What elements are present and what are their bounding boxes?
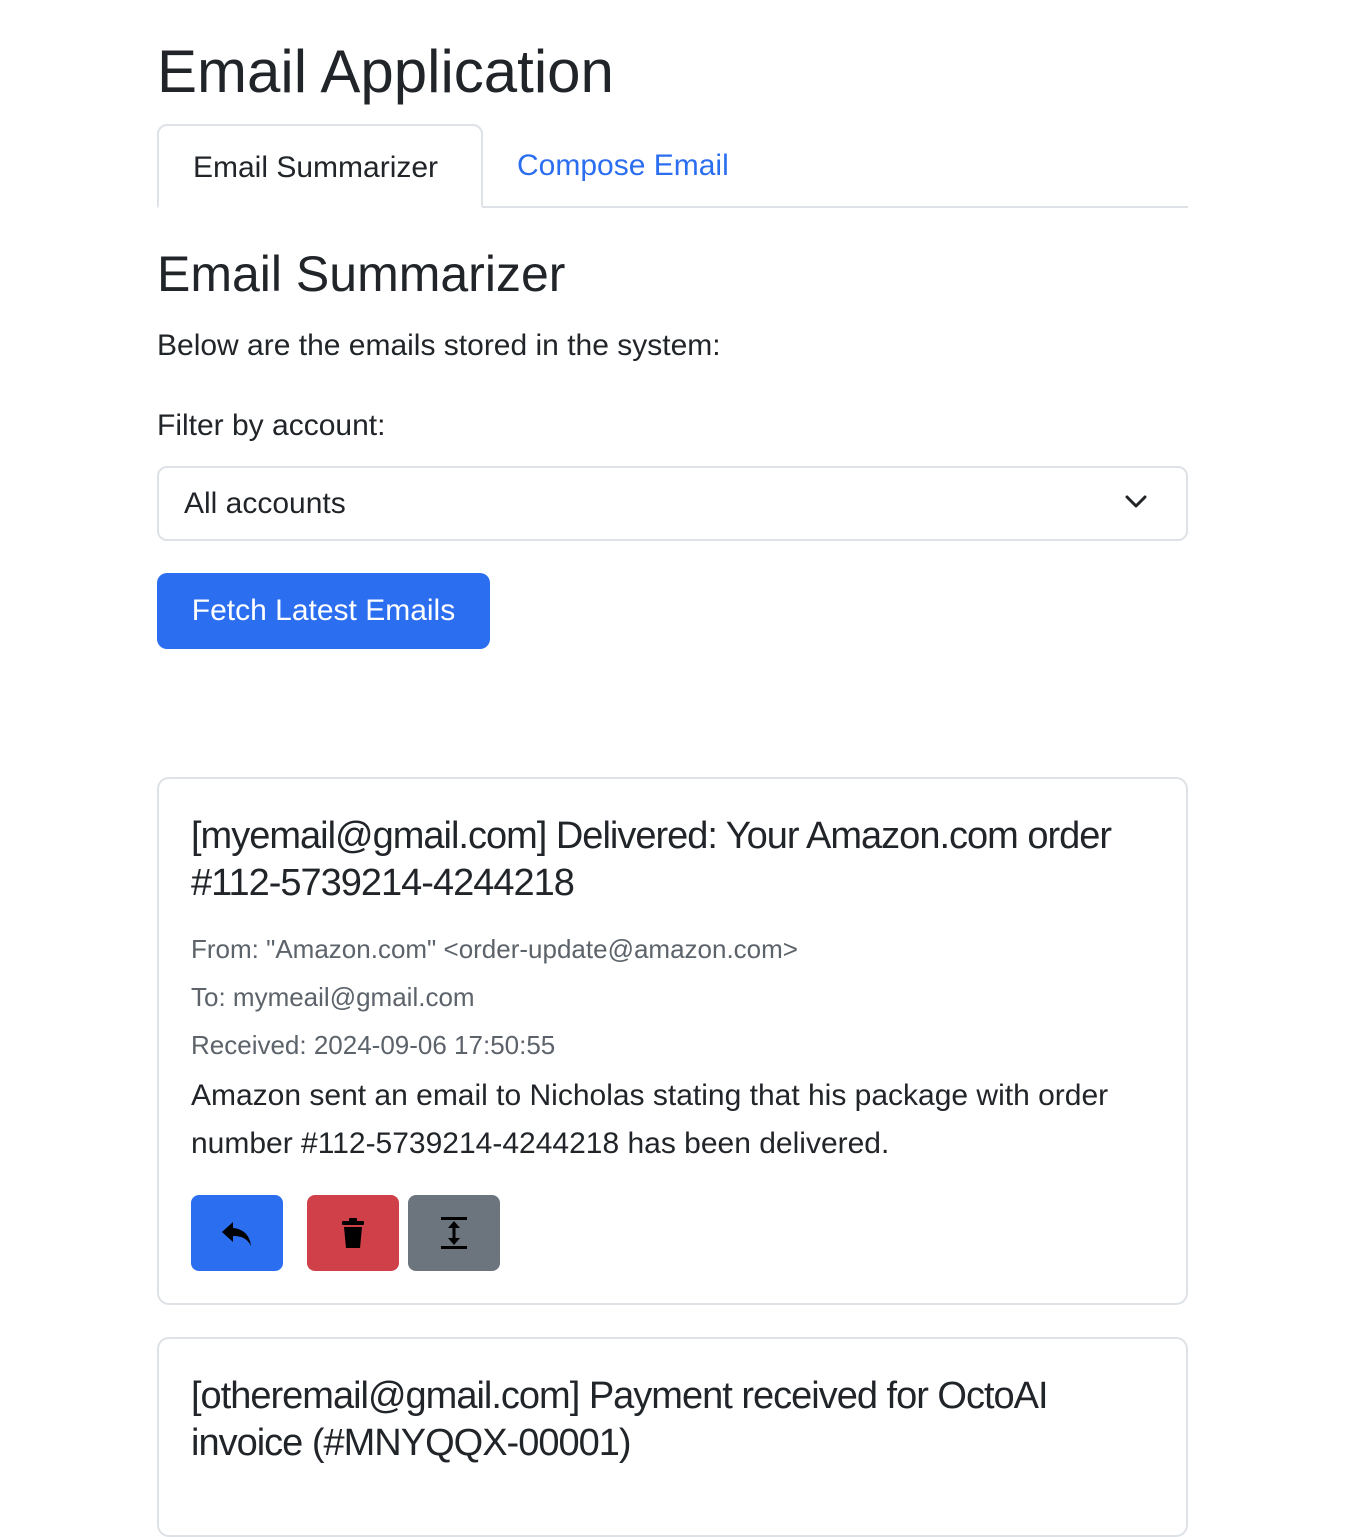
trash-icon (342, 1218, 364, 1248)
fetch-latest-emails-button[interactable]: Fetch Latest Emails (157, 573, 490, 649)
email-summary: Amazon sent an email to Nicholas stating… (191, 1079, 1109, 1160)
reply-button[interactable] (191, 1195, 283, 1271)
app-title: Email Application (157, 38, 614, 105)
expand-button[interactable] (408, 1195, 500, 1271)
email-to: To: mymeail@gmail.com (191, 982, 475, 1012)
expand-vertical-icon (441, 1217, 467, 1249)
account-filter-value: All accounts (184, 487, 346, 520)
email-from: From: "Amazon.com" <order-update@amazon.… (191, 934, 798, 964)
section-title: Email Summarizer (157, 246, 566, 302)
email-title: [otheremail@gmail.com] Payment received … (191, 1375, 1049, 1464)
email-card: [myemail@gmail.com] Delivered: Your Amaz… (157, 777, 1188, 1305)
filter-label: Filter by account: (157, 409, 386, 442)
intro-text: Below are the emails stored in the syste… (157, 329, 721, 362)
delete-button[interactable] (307, 1195, 399, 1271)
reply-icon (222, 1222, 251, 1246)
email-received: Received: 2024-09-06 17:50:55 (191, 1030, 556, 1060)
email-card: [otheremail@gmail.com] Payment received … (157, 1337, 1188, 1537)
account-filter-select[interactable]: All accounts (157, 466, 1188, 541)
email-title: [myemail@gmail.com] Delivered: Your Amaz… (191, 815, 1112, 904)
tab-bar: Email Summarizer Compose Email (157, 124, 1188, 208)
tab-compose-email[interactable]: Compose Email (483, 124, 763, 208)
chevron-down-icon (1125, 495, 1147, 508)
tab-email-summarizer[interactable]: Email Summarizer (157, 124, 483, 208)
